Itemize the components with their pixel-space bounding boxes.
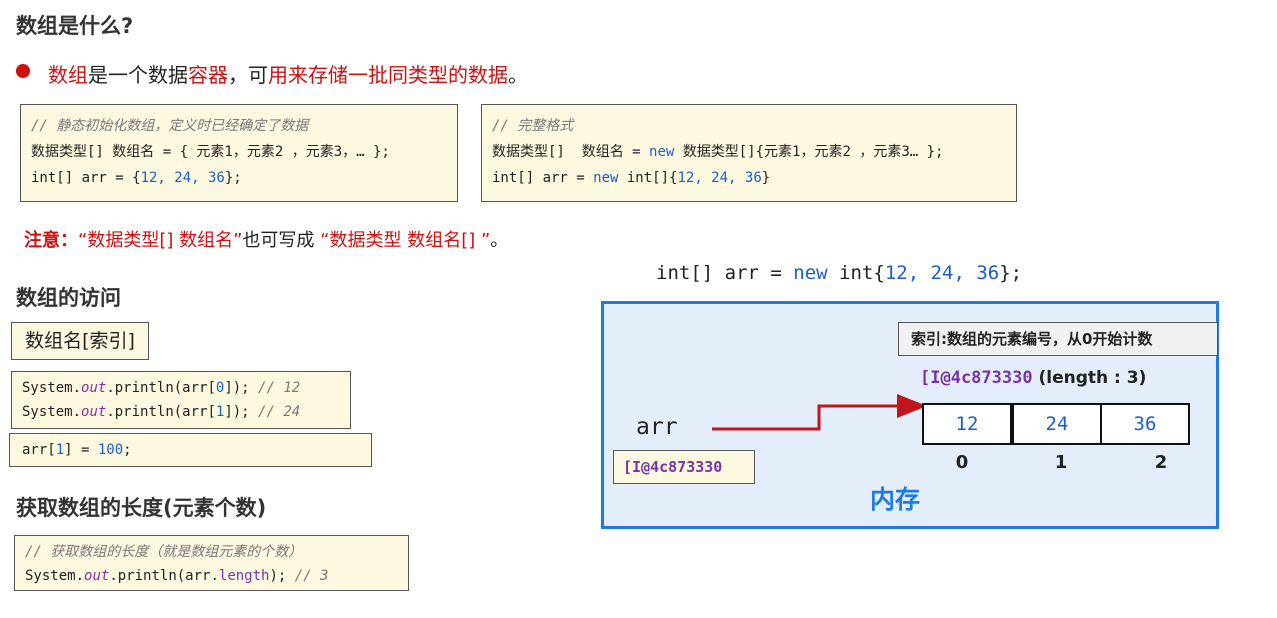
full-format-syntax: 数据类型[] 数组名 = new 数据类型[]{元素1，元素2 ，元素3… };: [492, 139, 1016, 165]
full-format-example-new: new: [593, 170, 619, 186]
static-init-comment: // 静态初始化数组，定义时已经确定了数据: [31, 118, 309, 134]
index-note-box: 索引:数组的元素编号，从0开始计数: [898, 322, 1218, 356]
access-line1-end: ]);: [224, 380, 259, 396]
array-cells: 12 24 36: [922, 403, 1196, 445]
full-format-example: int[] arr = new int[]{12, 24, 36}: [492, 165, 1016, 191]
length-code-box: // 获取数组的长度（就是数组元素的个数） System.out.println…: [14, 535, 409, 591]
def-part-4: ，可: [228, 63, 268, 87]
access-line1-mid: .println(arr[: [106, 380, 216, 396]
array-cell-1: 24: [1012, 403, 1102, 445]
note-end: 。: [490, 230, 509, 251]
array-cell-2: 36: [1100, 403, 1190, 445]
note-text: 注意：“数据类型[] 数组名”也可写成 “数据类型 数组名[] ”。: [24, 226, 508, 252]
def-part-2: 是一个数据: [88, 63, 188, 87]
diagram-code-new: new: [793, 262, 828, 284]
access-line1-prefix: System.: [22, 380, 82, 396]
assign-prefix: arr[: [22, 442, 56, 458]
length-line-comment: // 3: [294, 568, 329, 584]
static-init-syntax: 数据类型[] 数组名 = { 元素1，元素2 ，元素3，… };: [31, 144, 390, 160]
array-address: [I@4c873330: [920, 368, 1033, 388]
access-line-2: System.out.println(arr[1]); // 24: [22, 400, 350, 424]
note-quote-2: “数据类型 数组名[] ”: [320, 230, 491, 251]
static-init-example: int[] arr = {12, 24, 36};: [31, 165, 457, 191]
diagram-code-suffix: };: [999, 262, 1023, 284]
full-format-example-suffix: }: [761, 170, 771, 186]
full-format-syntax-suffix: 数据类型[]{元素1，元素2 ，元素3… };: [674, 144, 944, 160]
length-line-length: length: [218, 568, 270, 584]
bullet-icon: [16, 64, 30, 78]
length-heading: 获取数组的长度(元素个数): [16, 496, 267, 520]
variable-name: arr: [636, 414, 678, 440]
full-format-example-values: 12, 24, 36: [677, 170, 762, 186]
assign-line: arr[1] = 100;: [22, 434, 371, 466]
array-index-2: 2: [1154, 452, 1168, 473]
array-index-1: 1: [1054, 452, 1068, 473]
def-part-5: 用来存储一批同类型的数据: [268, 63, 508, 87]
static-init-example-prefix: int[] arr = {: [31, 170, 141, 186]
note-mid: 也可写成: [242, 230, 321, 251]
static-init-code-box: // 静态初始化数组，定义时已经确定了数据 数据类型[] 数组名 = { 元素1…: [20, 104, 458, 202]
full-format-syntax-prefix: 数据类型[] 数组名 =: [492, 144, 650, 160]
access-line1-comment: // 12: [258, 380, 301, 396]
access-line1-field: out: [81, 380, 107, 396]
page-title: 数组是什么?: [16, 14, 134, 38]
diagram-code-values: 12, 24, 36: [884, 262, 1000, 284]
array-index-0: 0: [955, 452, 969, 473]
access-line2-prefix: System.: [22, 404, 82, 420]
assign-val: 100: [97, 442, 124, 458]
diagram-code-prefix: int[] arr =: [656, 262, 794, 284]
array-cell-0: 12: [922, 403, 1012, 445]
access-line2-field: out: [81, 404, 107, 420]
access-syntax-box: 数组名[索引]: [11, 322, 149, 360]
length-comment: // 获取数组的长度（就是数组元素的个数）: [25, 544, 303, 560]
length-line-field: out: [84, 568, 110, 584]
assign-mid: ] =: [64, 442, 98, 458]
access-line2-end: ]);: [224, 404, 259, 420]
array-length-label: (length : 3): [1038, 368, 1147, 388]
access-line-1: System.out.println(arr[0]); // 12: [22, 376, 350, 400]
reference-arrow-icon: [712, 394, 927, 431]
diagram-code-type: int{: [827, 262, 885, 284]
assign-idx: 1: [55, 442, 65, 458]
memory-label: 内存: [870, 485, 921, 514]
assign-end: ;: [123, 442, 132, 458]
length-line-mid: .println(arr.: [109, 568, 219, 584]
definition-text: 数组是一个数据容器，可用来存储一批同类型的数据。: [48, 59, 528, 88]
note-label: 注意：: [24, 230, 78, 251]
access-line2-mid: .println(arr[: [106, 404, 216, 420]
memory-diagram: 索引:数组的元素编号，从0开始计数 [I@4c873330 (length : …: [601, 301, 1219, 529]
def-part-6: 。: [508, 63, 528, 87]
access-code-box: System.out.println(arr[0]); // 12 System…: [11, 371, 351, 429]
static-init-example-values: 12, 24, 36: [140, 170, 225, 186]
array-address-header: [I@4c873330 (length : 3): [920, 368, 1146, 388]
full-format-example-type: int[]{: [618, 170, 678, 186]
assign-code-box: arr[1] = 100;: [9, 433, 372, 467]
length-line-end: );: [269, 568, 295, 584]
full-format-code-box: // 完整格式 数据类型[] 数组名 = new 数据类型[]{元素1，元素2 …: [481, 104, 1017, 202]
length-line-prefix: System.: [25, 568, 85, 584]
full-format-example-prefix: int[] arr =: [492, 170, 594, 186]
variable-address-box: [I@4c873330: [613, 450, 755, 484]
def-part-1: 数组: [48, 63, 88, 87]
length-line: System.out.println(arr.length); // 3: [25, 564, 408, 588]
static-init-example-suffix: };: [224, 170, 242, 186]
full-format-syntax-new: new: [649, 144, 675, 160]
diagram-code-line: int[] arr = new int{12, 24, 36};: [656, 262, 1022, 284]
access-heading: 数组的访问: [16, 286, 121, 310]
def-part-3: 容器: [188, 63, 228, 87]
access-line2-comment: // 24: [258, 404, 301, 420]
note-quote-1: “数据类型[] 数组名”: [78, 230, 243, 251]
full-format-comment: // 完整格式: [492, 118, 574, 134]
